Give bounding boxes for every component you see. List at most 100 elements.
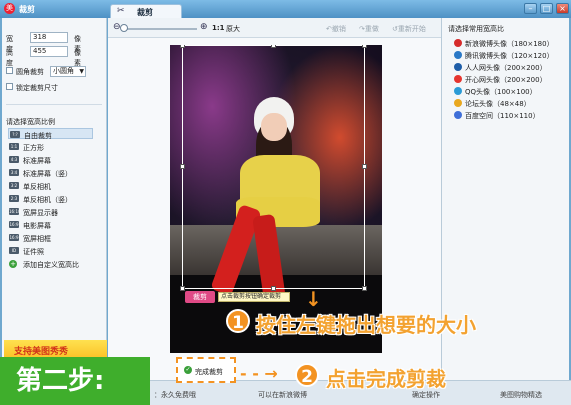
- ratio-item-free[interactable]: ?:? 自由裁剪: [8, 128, 93, 140]
- baidu-space-icon: [454, 111, 462, 119]
- ratio-item-label: 单反相机（竖）: [23, 196, 72, 204]
- finish-crop-button[interactable]: ✓ 完成裁剪: [176, 357, 236, 383]
- ratio-16-10-icon: 16:10: [9, 208, 21, 215]
- ratio-item-label: 证件照: [23, 248, 44, 256]
- ratio-item-2-3[interactable]: 2:3 单反相机（竖）: [8, 193, 93, 204]
- preset-label: 人人网头像（200×200）: [465, 64, 547, 72]
- undo-button[interactable]: ↶撤销: [326, 24, 346, 34]
- step2-text: 点击完成剪裁: [326, 367, 446, 391]
- zoom-in-icon[interactable]: ⊕: [200, 22, 208, 32]
- minimize-button[interactable]: –: [524, 3, 537, 14]
- crop-box[interactable]: [180, 45, 367, 291]
- ratio-16-9-icon: 16:9: [9, 221, 19, 228]
- zoom-ratio[interactable]: 1:1: [212, 24, 225, 32]
- ratio-3-2-icon: 3:2: [9, 182, 19, 189]
- ratio-item-4-3[interactable]: 4:3 标准屏幕: [8, 154, 93, 165]
- ratio-item-square[interactable]: 1:1 正方形: [8, 141, 93, 152]
- ratio-item-label: 标准屏幕（竖）: [23, 170, 72, 178]
- crop-handle[interactable]: [271, 45, 276, 48]
- ratio-item-wide-frame[interactable]: 16:9 宽屏相框: [8, 232, 93, 243]
- scissors-icon: ✂: [117, 6, 125, 16]
- ratio-item-16-9[interactable]: 16:9 电影屏幕: [8, 219, 93, 230]
- maximize-button[interactable]: □: [540, 3, 553, 14]
- step-badge: 第二步:: [0, 357, 150, 405]
- ratio-item-add-custom[interactable]: + 添加自定义宽高比: [8, 258, 93, 269]
- undo-label: 撤销: [331, 25, 346, 33]
- crop-handle[interactable]: [362, 45, 367, 48]
- ratio-item-16-10[interactable]: 16:10 宽屏显示器: [8, 206, 93, 217]
- step1-text: 按住左键拖出想要的大小: [256, 313, 476, 337]
- ratio-item-label: 宽屏显示器: [23, 209, 58, 217]
- kaixin-icon: [454, 75, 462, 83]
- crop-tooltip: 点击裁剪按钮确定裁剪: [218, 292, 290, 302]
- meitu-icon: 美: [4, 3, 15, 14]
- original-size-button[interactable]: 原大: [226, 24, 240, 34]
- status-right2[interactable]: 美图购物精选: [500, 390, 542, 400]
- zoom-slider-thumb[interactable]: [120, 24, 128, 32]
- ratio-free-icon: ?:?: [10, 131, 20, 138]
- photo[interactable]: 裁剪 点击裁剪按钮确定裁剪: [170, 45, 382, 353]
- preset-label: 腾讯微博头像（120×120）: [465, 52, 554, 60]
- forum-icon: [454, 99, 462, 107]
- ratio-item-label: 单反相机: [23, 183, 51, 191]
- presets-title: 请选择常用宽高比: [448, 25, 504, 33]
- dashed-arrow-icon: - - →: [240, 364, 278, 383]
- reset-button[interactable]: ↺重新开始: [392, 24, 426, 34]
- toolbar: ⊖ ⊕ 1:1 原大 ↶撤销 ↷重做 ↺重新开始: [108, 18, 441, 38]
- redo-button[interactable]: ↷重做: [359, 24, 379, 34]
- plus-icon: +: [9, 260, 17, 268]
- preset-label: 百度空间（110×110）: [465, 112, 540, 120]
- crop-handle[interactable]: [362, 286, 367, 291]
- lock-size-label: 锁定裁剪尺寸: [16, 84, 58, 92]
- step2-number: 2: [295, 363, 319, 387]
- ratio-item-label: 宽屏相框: [23, 235, 51, 243]
- id-photo-icon: ID: [9, 247, 19, 254]
- crop-handle[interactable]: [180, 164, 185, 169]
- round-crop-label: 圆角裁剪: [16, 68, 44, 76]
- ratio-item-3-4[interactable]: 3:4 标准屏幕（竖）: [8, 167, 93, 178]
- crop-button[interactable]: 裁剪: [185, 291, 215, 303]
- ratio-3-4-icon: 3:4: [9, 169, 19, 176]
- preset-label: 开心网头像（200×200）: [465, 76, 547, 84]
- height-label: 高度: [6, 49, 13, 67]
- round-crop-row: 圆角裁剪 小圆角 ▼: [6, 66, 106, 77]
- sina-weibo-icon: [454, 39, 462, 47]
- redo-label: 重做: [364, 25, 379, 33]
- ratio-item-label: 添加自定义宽高比: [23, 261, 79, 269]
- tencent-weibo-icon: [454, 51, 462, 59]
- ratio-item-label: 标准屏幕: [23, 157, 51, 165]
- ratio-item-id-photo[interactable]: ID 证件照: [8, 245, 93, 256]
- app-title: 裁剪: [19, 5, 35, 14]
- lock-size-checkbox[interactable]: [6, 83, 13, 90]
- width-input[interactable]: 318: [30, 32, 68, 43]
- height-unit: 像素: [74, 49, 81, 67]
- tab-crop[interactable]: ✂ 裁剪: [110, 4, 182, 18]
- crop-overlay: 裁剪 点击裁剪按钮确定裁剪: [170, 45, 382, 353]
- renren-icon: [454, 63, 462, 71]
- crop-handle[interactable]: [180, 45, 185, 48]
- chevron-down-icon: ▼: [79, 68, 84, 75]
- zoom-slider[interactable]: [125, 28, 197, 30]
- ratio-item-label: 正方形: [23, 144, 44, 152]
- ratio-title: 请选择宽高比例: [6, 118, 55, 126]
- preset-label: 论坛头像（48×48）: [465, 100, 531, 108]
- crop-handle[interactable]: [271, 286, 276, 291]
- crop-handle[interactable]: [362, 164, 367, 169]
- crop-handle[interactable]: [180, 286, 185, 291]
- status-mid[interactable]: 可以在新浪微博: [258, 390, 307, 400]
- height-input[interactable]: 455: [30, 46, 68, 57]
- ratio-2-3-icon: 2:3: [9, 195, 19, 202]
- check-icon: ✓: [184, 366, 192, 374]
- qq-icon: [454, 87, 462, 95]
- status-left: ：永久免费哦: [154, 391, 196, 399]
- reset-label: 重新开始: [397, 25, 426, 33]
- tab-crop-label: 裁剪: [137, 8, 153, 17]
- ratio-item-3-2[interactable]: 3:2 单反相机: [8, 180, 93, 191]
- title-bar: 美 裁剪 ✂ 裁剪 – □ ×: [0, 0, 571, 18]
- round-select[interactable]: 小圆角 ▼: [50, 66, 86, 77]
- round-crop-checkbox[interactable]: [6, 67, 13, 74]
- divider: [6, 104, 102, 105]
- ratio-4-3-icon: 4:3: [9, 156, 19, 163]
- finish-crop-label: 完成裁剪: [195, 368, 223, 376]
- close-button[interactable]: ×: [556, 3, 569, 14]
